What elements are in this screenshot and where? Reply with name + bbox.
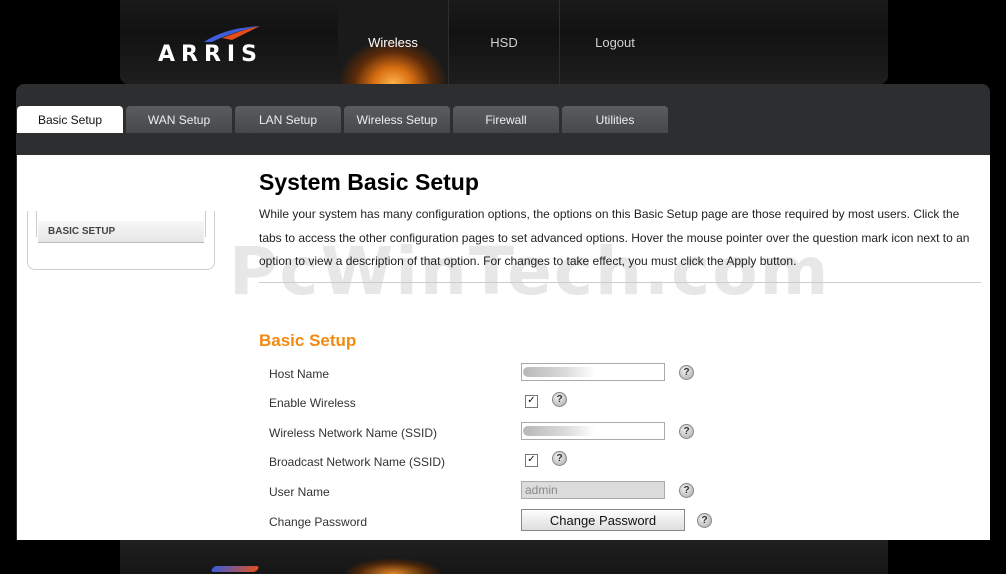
- help-icon[interactable]: ?: [697, 513, 712, 528]
- section-title: Basic Setup: [259, 331, 357, 350]
- enable-wireless-checkbox[interactable]: ✓: [525, 395, 538, 408]
- ssid-label: Wireless Network Name (SSID): [269, 426, 438, 440]
- top-header: ARRIS Wireless HSD Logout: [120, 0, 888, 84]
- ssid-input[interactable]: [521, 422, 665, 440]
- host-name-label: Host Name: [269, 367, 330, 381]
- tab-bar: Basic Setup WAN Setup LAN Setup Wireless…: [17, 106, 668, 133]
- help-icon[interactable]: ?: [552, 392, 567, 407]
- arris-logo: ARRIS: [158, 24, 268, 67]
- bottom-header: [120, 540, 888, 574]
- redacted-mark: [523, 367, 595, 377]
- nav-logout[interactable]: Logout: [560, 0, 670, 84]
- nav-hsd[interactable]: HSD: [449, 0, 560, 84]
- main-nav: Wireless HSD Logout: [338, 0, 670, 84]
- bottom-strip: [0, 540, 1006, 574]
- side-menu: BASIC SETUP: [27, 211, 215, 270]
- nav-glow: [338, 558, 448, 574]
- redacted-mark: [523, 426, 595, 436]
- help-icon[interactable]: ?: [679, 424, 694, 439]
- host-name-input[interactable]: [521, 363, 665, 381]
- change-password-label: Change Password: [269, 515, 368, 529]
- help-icon[interactable]: ?: [552, 451, 567, 466]
- page-intro: While your system has many configuration…: [259, 207, 970, 268]
- logo-text: ARRIS: [158, 42, 263, 67]
- tab-utilities[interactable]: Utilities: [562, 106, 668, 133]
- help-icon[interactable]: ?: [679, 365, 694, 380]
- tab-firewall[interactable]: Firewall: [453, 106, 559, 133]
- tab-wan-setup[interactable]: WAN Setup: [126, 106, 232, 133]
- tab-wireless-setup[interactable]: Wireless Setup: [344, 106, 450, 133]
- change-password-button[interactable]: Change Password: [521, 509, 685, 531]
- broadcast-ssid-label: Broadcast Network Name (SSID): [269, 455, 446, 469]
- divider: [259, 282, 981, 283]
- user-name-label: User Name: [269, 485, 330, 499]
- broadcast-ssid-checkbox[interactable]: ✓: [525, 454, 538, 467]
- side-menu-rail: [36, 211, 37, 237]
- page-title: System Basic Setup: [259, 169, 479, 195]
- sidebar-item-basic-setup[interactable]: BASIC SETUP: [38, 221, 204, 243]
- nav-wireless[interactable]: Wireless: [338, 0, 449, 84]
- settings-panel: Basic Setup WAN Setup LAN Setup Wireless…: [16, 84, 990, 540]
- tab-basic-setup[interactable]: Basic Setup: [17, 106, 123, 133]
- arris-swoosh-icon: [210, 566, 260, 572]
- side-menu-rail: [205, 211, 206, 237]
- enable-wireless-label: Enable Wireless: [269, 396, 356, 410]
- help-icon[interactable]: ?: [679, 483, 694, 498]
- tab-lan-setup[interactable]: LAN Setup: [235, 106, 341, 133]
- user-name-input[interactable]: [521, 481, 665, 499]
- arris-swoosh-icon: [204, 26, 260, 42]
- content-area: BASIC SETUP PcWinTech.com System Basic S…: [17, 155, 990, 540]
